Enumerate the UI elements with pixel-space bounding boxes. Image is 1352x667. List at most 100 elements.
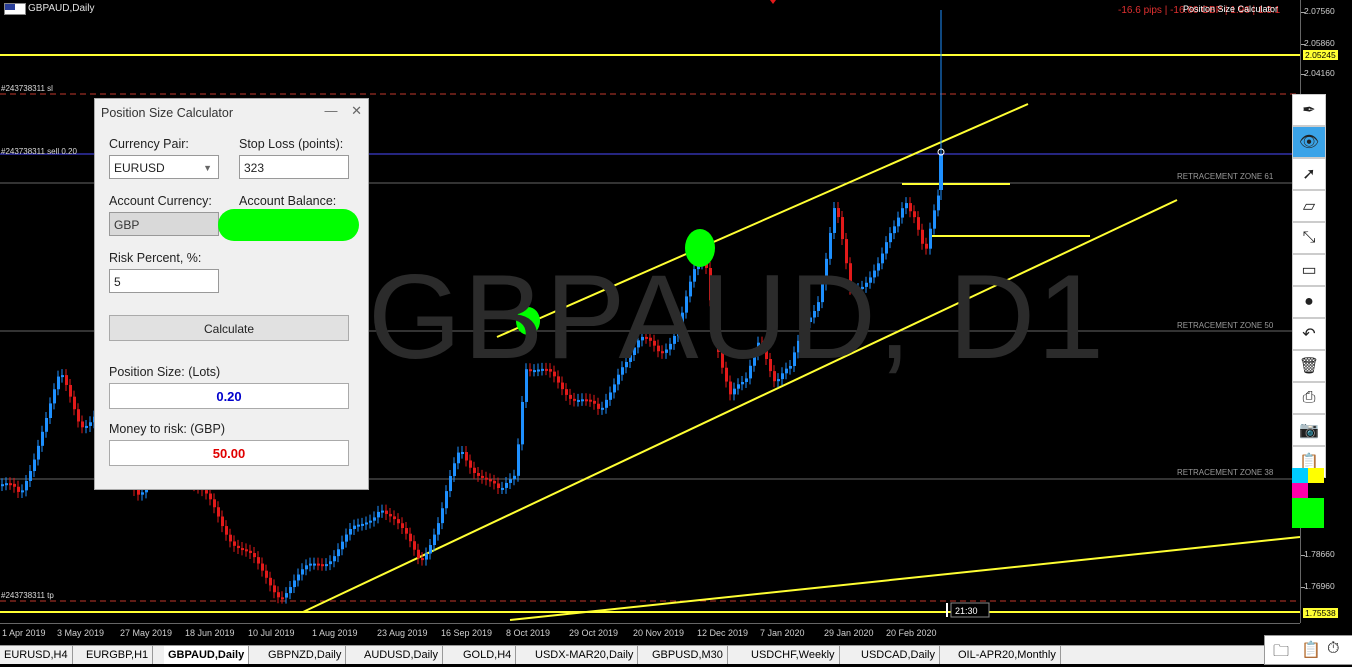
sell-level-label: #243738311 sell 0.20 (1, 147, 77, 156)
pen-icon[interactable]: ✒ (1292, 94, 1326, 126)
currency-pair-dropdown[interactable]: EURUSD ▼ (109, 155, 219, 179)
candle-body (229, 534, 232, 542)
candle-body (493, 480, 496, 484)
candle-body (77, 409, 80, 422)
tab-gbpusd-m30[interactable]: GBPUSD,M30 (648, 646, 728, 664)
date-label: 16 Sep 2019 (441, 628, 493, 638)
close-button[interactable]: ✕ (351, 103, 362, 118)
tab-usdchf-weekly[interactable]: USDCHF,Weekly (747, 646, 840, 664)
candle-body (417, 549, 420, 559)
candle-body (253, 553, 256, 558)
tab-gbpnzd-daily[interactable]: GBPNZD,Daily (264, 646, 347, 664)
eye-icon[interactable]: 👁 (1292, 126, 1326, 158)
candle-body (53, 389, 56, 404)
candle-body (25, 480, 28, 491)
shift-marker-icon (770, 0, 776, 4)
sl-level-label: #243738311 sl (1, 84, 53, 93)
candle-body (249, 550, 252, 554)
candle-body (481, 475, 484, 478)
date-label: 29 Jan 2020 (824, 628, 874, 638)
tab-usdx-mar20-daily[interactable]: USDX-MAR20,Daily (531, 646, 639, 664)
candle-body (269, 577, 272, 586)
candle-body (265, 570, 268, 578)
price-label: 1.76960 (1304, 581, 1335, 591)
account-balance-label: Account Balance: (239, 194, 337, 208)
tab-usdcad-daily[interactable]: USDCAD,Daily (857, 646, 940, 664)
color-swatch[interactable] (1292, 483, 1308, 498)
tab-gbpaud-daily[interactable]: GBPAUD,Daily (164, 646, 250, 664)
candle-body (917, 217, 920, 230)
tab-eurgbp-h1[interactable]: EURGBP,H1 (82, 646, 154, 664)
candle-body (213, 499, 216, 508)
tab-audusd-daily[interactable]: AUDUSD,Daily (360, 646, 443, 664)
tab-tools: 🗀 📋 ⏱ (1264, 635, 1352, 665)
undo-icon[interactable]: ↶ (1292, 318, 1326, 350)
tab-gold-h4[interactable]: GOLD,H4 (459, 646, 517, 664)
candle-body (377, 511, 380, 518)
candle-body (349, 528, 352, 535)
candle-body (73, 396, 76, 410)
tab-oil-apr20-monthly[interactable]: OIL-APR20,Monthly (954, 646, 1061, 664)
price-tick (1301, 555, 1305, 556)
candle-body (501, 487, 504, 490)
price-tick (1301, 587, 1305, 588)
candle-body (477, 472, 480, 476)
currency-pair-label: Currency Pair: (109, 137, 189, 151)
candle-body (45, 417, 48, 432)
candle-body (217, 507, 220, 517)
minimize-button[interactable]: — (324, 103, 337, 118)
candle-body (509, 479, 512, 483)
candle-body (321, 564, 324, 567)
candle-body (141, 492, 144, 495)
clipboard-icon[interactable]: 📋 (1301, 640, 1321, 660)
calculate-button[interactable]: Calculate (109, 315, 349, 341)
stop-loss-input[interactable]: 323 (239, 155, 349, 179)
candle-body (9, 483, 12, 486)
stopwatch-icon[interactable]: ⏱ (1327, 640, 1339, 658)
date-label: 1 Aug 2019 (312, 628, 358, 638)
tp-level-label: #243738311 tp (1, 591, 54, 600)
candle-body (937, 195, 940, 211)
candle-body (241, 548, 244, 551)
trash-icon[interactable]: 🗑 (1292, 350, 1326, 382)
camera-icon[interactable]: 📷 (1292, 414, 1326, 446)
candle-body (901, 208, 904, 218)
price-label: 2.04160 (1304, 68, 1335, 78)
ruler-icon[interactable]: ▭ (1292, 254, 1326, 286)
color-swatch[interactable] (1292, 468, 1308, 483)
candle-body (329, 561, 332, 565)
arrow-resize-icon[interactable]: ⤡ (1292, 222, 1326, 254)
date-axis[interactable]: 1 Apr 2019 3 May 2019 27 May 2019 18 Jun 20… (0, 623, 1300, 646)
tab-eurusd-h4[interactable]: EURUSD,H4 (0, 646, 73, 664)
color-swatch[interactable] (1308, 483, 1324, 498)
eraser-icon[interactable]: ▱ (1292, 190, 1326, 222)
circle-icon[interactable]: ● (1292, 286, 1326, 318)
candle-body (445, 491, 448, 509)
candle-body (373, 517, 376, 521)
candle-body (841, 217, 844, 240)
color-swatch[interactable] (1308, 468, 1324, 483)
date-label: 7 Jan 2020 (760, 628, 805, 638)
candle-body (281, 597, 284, 600)
price-label: 2.07560 (1304, 6, 1335, 16)
printer-icon[interactable]: ⎙ (1292, 382, 1326, 414)
color-swatch[interactable] (1292, 498, 1324, 528)
money-risk-label: Money to risk: (GBP) (109, 422, 225, 436)
candle-body (237, 545, 240, 549)
price-tick (1301, 74, 1305, 75)
candle-body (293, 580, 296, 588)
candle-body (457, 452, 460, 464)
long-trend-line (509, 536, 1300, 621)
risk-percent-input[interactable]: 5 (109, 269, 219, 293)
cursor-icon[interactable]: ➚ (1292, 158, 1326, 190)
candle-body (437, 523, 440, 535)
support-level-tag: 1.75538 (1303, 608, 1338, 618)
chart-tabs: EURUSD,H4 EURGBP,H1 GBPAUD,Daily GBPNZD,Dai… (0, 645, 1352, 664)
candle-body (461, 452, 464, 455)
candle-body (257, 557, 260, 564)
candle-body (733, 388, 736, 395)
candle-body (369, 520, 372, 523)
candle-body (573, 398, 576, 401)
candle-body (57, 376, 60, 390)
candle-body (521, 401, 524, 445)
